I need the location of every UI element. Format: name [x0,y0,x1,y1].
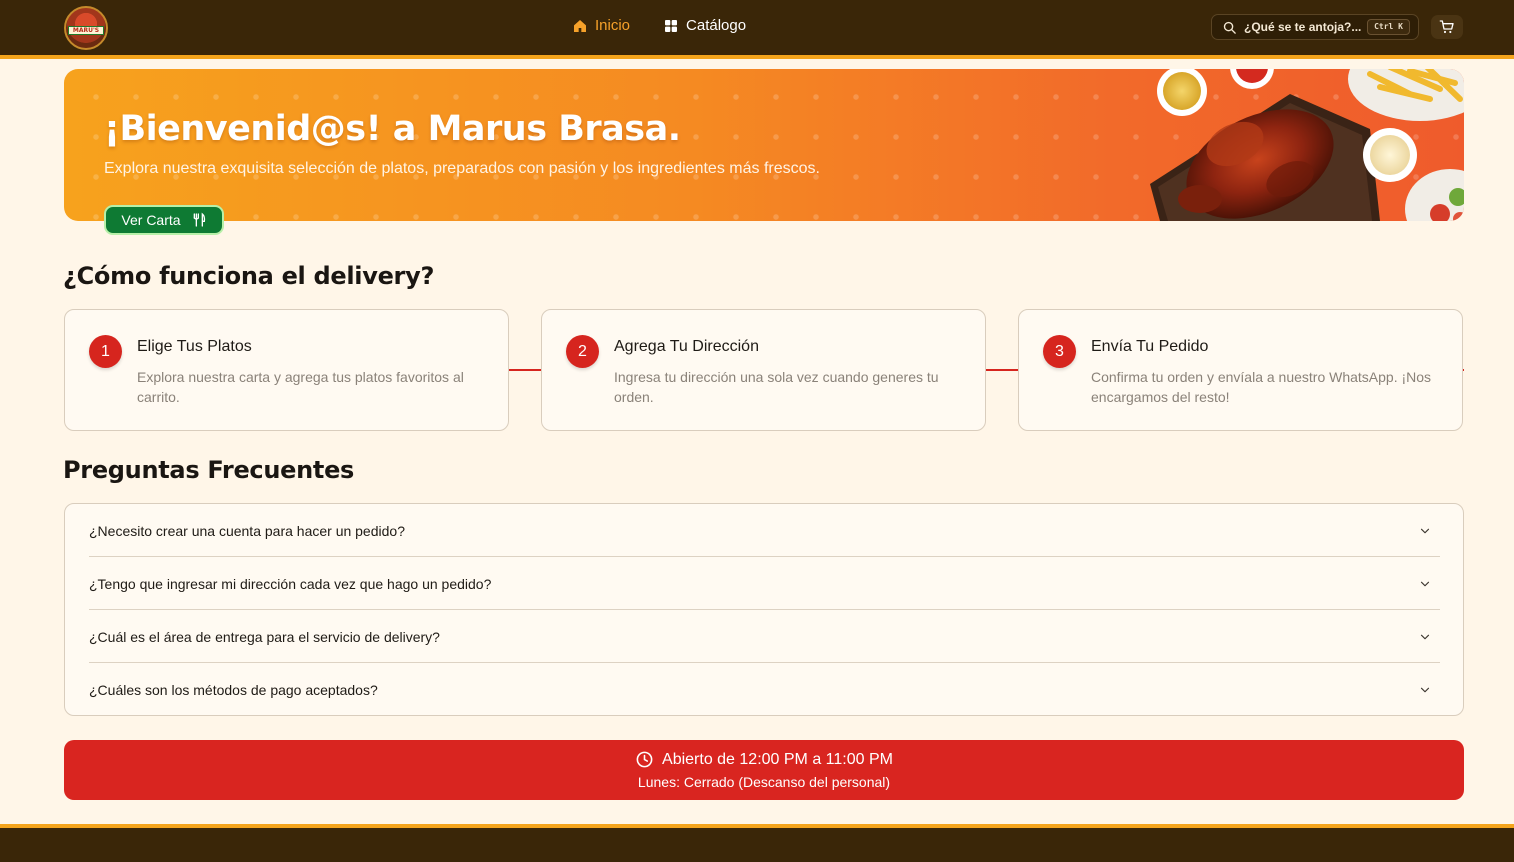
step-title: Agrega Tu Dirección [614,338,759,355]
brand-logo-text: MARU'S [68,26,104,35]
cart-icon [1439,20,1454,34]
chevron-down-icon [1420,581,1430,587]
nav-item-label: Inicio [595,17,631,34]
delivery-step-3: 3 Envía Tu Pedido Confirma tu orden y en… [1018,309,1463,431]
step-description: Confirma tu orden y envíala a nuestro Wh… [1091,369,1432,405]
step-number-badge: 2 [566,335,599,368]
delivery-section-title: ¿Cómo funciona el delivery? [63,262,435,290]
main-nav: Inicio Catálogo [572,17,746,34]
site-footer [0,828,1514,862]
search-icon [1223,21,1236,34]
search-shortcut-badge: Ctrl K [1367,19,1410,35]
faq-accordion: ¿Necesito crear una cuenta para hacer un… [64,503,1464,716]
home-icon [574,19,586,32]
utensils-icon [193,212,205,227]
chevron-down-icon [1420,634,1430,640]
roast-chicken-image [1150,69,1464,221]
delivery-step-1: 1 Elige Tus Platos Explora nuestra carta… [64,309,509,431]
nav-item-catalogo[interactable]: Catálogo [663,17,746,34]
top-navbar: MARU'S Inicio Catálogo ¿Qué se te antoja… [0,0,1514,55]
step-number-badge: 3 [1043,335,1076,368]
grid-icon [665,19,678,32]
closed-day-note: Lunes: Cerrado (Descanso del personal) [637,774,891,790]
header-accent-line [0,55,1514,59]
step-connector [986,369,1018,371]
delivery-step-2: 2 Agrega Tu Dirección Ingresa tu direcci… [541,309,986,431]
nav-item-inicio[interactable]: Inicio [572,17,630,34]
faq-question: ¿Cuáles son los métodos de pago aceptado… [89,681,378,698]
step-connector [509,369,541,371]
step-description: Explora nuestra carta y agrega tus plato… [137,369,464,405]
ver-carta-label: Ver Carta [121,212,181,228]
opening-hours-text: Abierto de 12:00 PM a 11:00 PM [662,750,893,768]
faq-item-payment[interactable]: ¿Cuáles son los métodos de pago aceptado… [89,663,1440,716]
nav-item-label: Catálogo [686,17,747,34]
opening-hours-banner: Abierto de 12:00 PM a 11:00 PM Lunes: Ce… [64,740,1464,800]
opening-hours-main: Abierto de 12:00 PM a 11:00 PM [64,750,1464,769]
faq-item-delivery-area[interactable]: ¿Cuál es el área de entrega para el serv… [89,610,1440,663]
hero-title: ¡Bienvenid@s! a Marus Brasa. [104,109,681,149]
faq-item-account[interactable]: ¿Necesito crear una cuenta para hacer un… [89,504,1440,557]
step-number-badge: 1 [89,335,122,368]
chevron-down-icon [1420,528,1430,534]
search-placeholder: ¿Qué se te antoja?... [1244,20,1362,34]
faq-question: ¿Cuál es el área de entrega para el serv… [89,628,440,645]
brand-logo[interactable]: MARU'S [64,6,108,50]
faq-question: ¿Necesito crear una cuenta para hacer un… [89,522,405,539]
cart-button[interactable] [1431,15,1463,39]
hero-banner: ¡Bienvenid@s! a Marus Brasa. Explora nue… [64,69,1464,221]
hero-subtitle: Explora nuestra exquisita selección de p… [104,160,820,177]
step-description: Ingresa tu dirección una sola vez cuando… [614,369,939,405]
ver-carta-button[interactable]: Ver Carta [104,205,224,235]
step-title: Elige Tus Platos [137,338,252,355]
step-title: Envía Tu Pedido [1091,338,1209,355]
faq-section-title: Preguntas Frecuentes [63,456,355,484]
faq-item-address[interactable]: ¿Tengo que ingresar mi dirección cada ve… [89,557,1440,610]
faq-question: ¿Tengo que ingresar mi dirección cada ve… [89,575,492,592]
chevron-down-icon [1420,687,1430,693]
clock-icon [636,751,653,768]
search-input[interactable]: ¿Qué se te antoja?... Ctrl K [1211,14,1419,40]
